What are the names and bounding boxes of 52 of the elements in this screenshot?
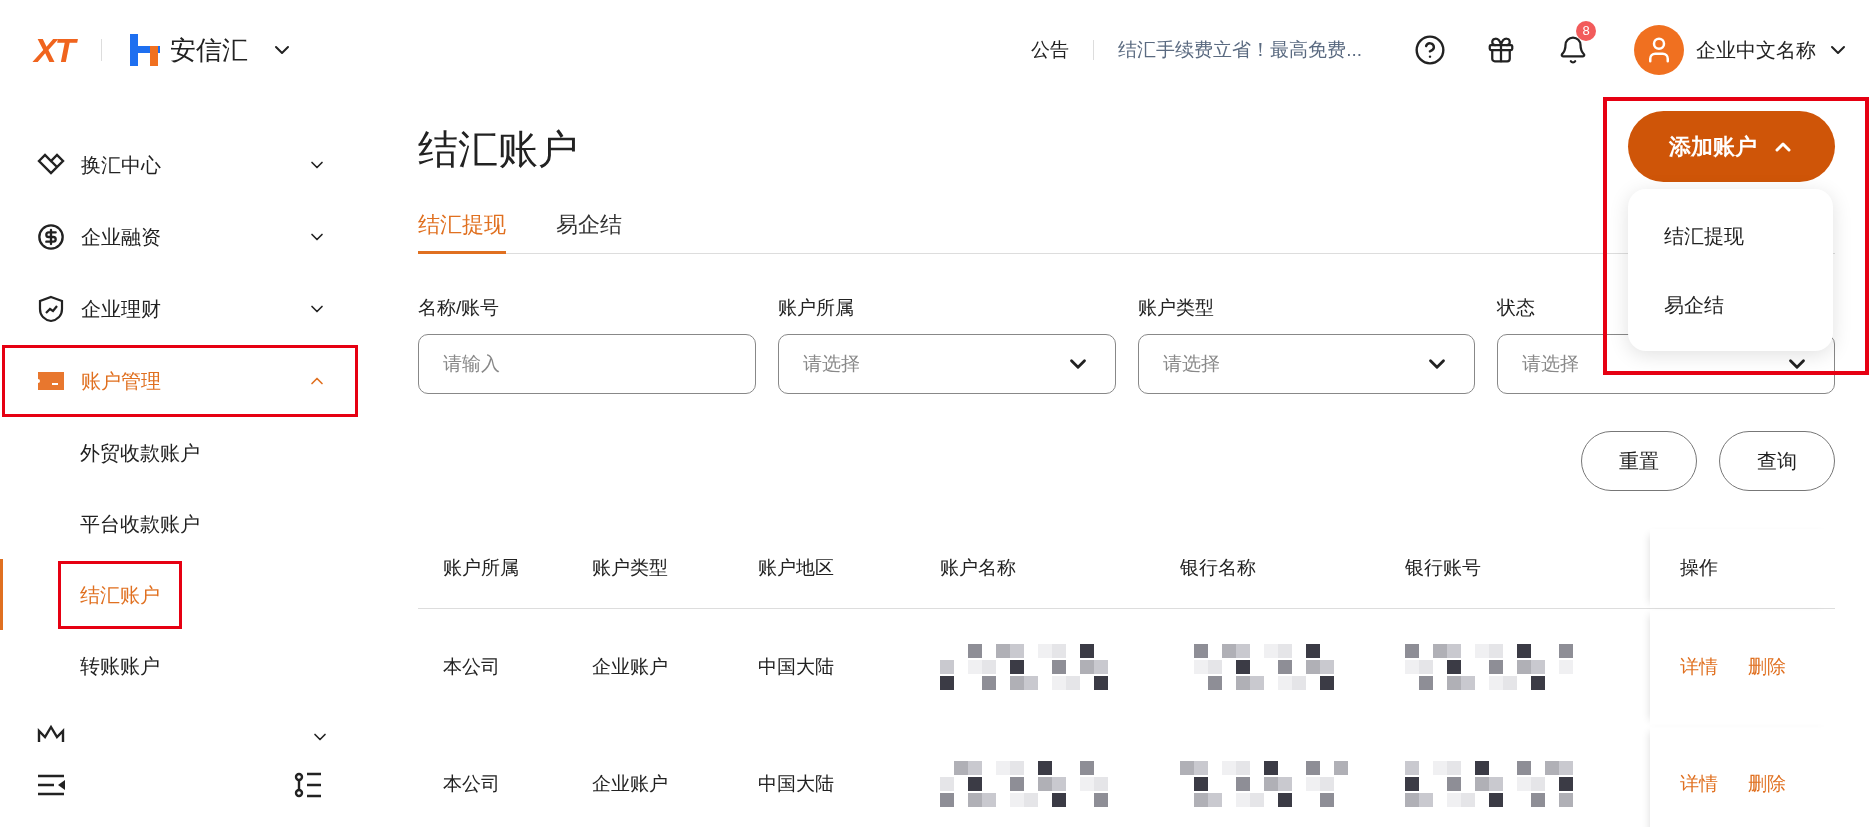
sidebar-subitem[interactable]: 转账账户 (58, 631, 182, 700)
help-icon[interactable] (1414, 34, 1446, 66)
sidebar-item[interactable]: 换汇中心 (2, 129, 358, 201)
notice-label: 公告 (1031, 37, 1070, 62)
gift-icon[interactable] (1486, 35, 1516, 65)
user-name: 企业中文名称 (1696, 38, 1816, 63)
column-header: 账户类型 (592, 556, 668, 581)
table-cell-text: 中国大陆 (758, 655, 834, 680)
select-field[interactable]: 请选择 (1137, 334, 1476, 394)
filter-label: 名称/账号 (418, 296, 500, 316)
select-field[interactable]: 请选择 (1497, 334, 1835, 394)
column-header: 银行账号 (1405, 556, 1481, 581)
page-title: 结汇账户 (418, 126, 578, 173)
chart-shield-icon (37, 295, 65, 323)
brand-name: 安信汇 (170, 33, 249, 67)
collapse-menu-icon[interactable] (38, 772, 66, 797)
column-header: 账户地区 (758, 556, 834, 581)
table-cell-text: 本公司 (443, 655, 500, 680)
filter-label: 账户所属 (777, 296, 854, 316)
list-settings-icon[interactable] (294, 770, 322, 799)
action-link[interactable]: 删除 (1748, 653, 1786, 682)
tab[interactable]: 易企结 (556, 198, 622, 254)
sidebar-subitem[interactable]: 外贸收款账户 (58, 418, 222, 487)
table-cell-text: 企业账户 (592, 772, 668, 797)
tab[interactable]: 结汇提现 (418, 198, 506, 254)
notification-badge: 8 (1576, 21, 1596, 41)
sidebar-item[interactable]: 企业融资 (2, 201, 358, 273)
notification-icon[interactable] (1558, 35, 1588, 65)
action-link[interactable]: 删除 (1748, 770, 1786, 799)
sidebar-item[interactable]: 企业理财 (2, 273, 358, 345)
table-cell-text: 中国大陆 (758, 772, 834, 797)
dropdown-menu-item[interactable]: 结汇提现 (1628, 201, 1833, 270)
sidebar-subitem[interactable]: 平台收款账户 (58, 489, 222, 558)
action-link[interactable]: 详情 (1680, 770, 1718, 799)
column-header: 操作 (1680, 556, 1718, 581)
table-cell-text: 本公司 (443, 772, 500, 797)
filter-label: 状态 (1497, 296, 1536, 316)
avatar[interactable] (1634, 25, 1684, 75)
column-header: 账户所属 (443, 556, 519, 581)
sidebar-item[interactable]: 账户管理 (2, 345, 358, 417)
sidebar-subitem[interactable]: 结汇账户 (58, 560, 182, 629)
filter-label: 账户类型 (1137, 296, 1214, 316)
add-account-button[interactable]: 添加账户 (1628, 111, 1835, 182)
table-cell-text: 企业账户 (592, 655, 668, 680)
column-header: 账户名称 (940, 556, 1016, 581)
filter-button[interactable]: 查询 (1719, 431, 1835, 491)
notice-text[interactable]: 结汇手续费立省！最高免费... (1118, 35, 1362, 65)
input-field[interactable]: 请输入 (418, 334, 756, 394)
brand-logo-icon (130, 34, 161, 66)
action-link[interactable]: 详情 (1680, 653, 1718, 682)
select-field[interactable]: 请选择 (777, 334, 1116, 394)
column-header: 银行名称 (1180, 556, 1256, 581)
